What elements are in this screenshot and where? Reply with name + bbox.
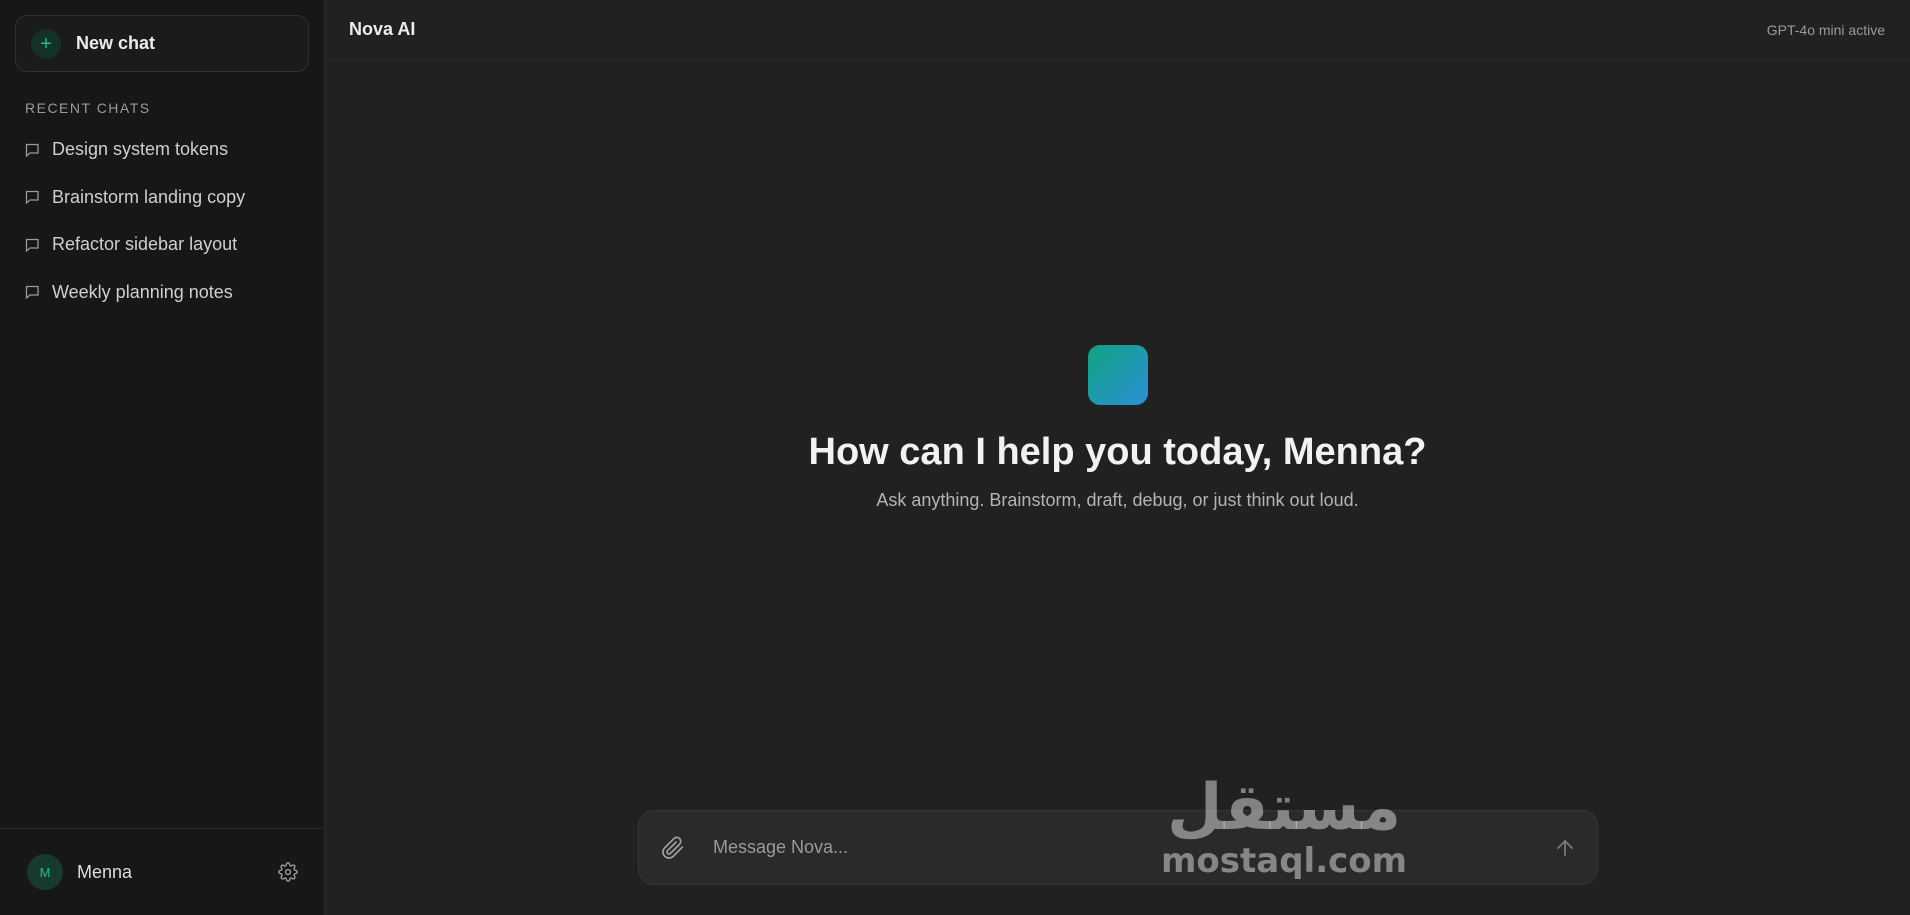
chat-item-label: Refactor sidebar layout: [52, 234, 238, 255]
main-panel: Nova AI GPT-4o mini active How can I hel…: [325, 0, 1910, 915]
message-composer: [638, 810, 1598, 885]
sidebar: + New chat RECENT CHATS Design system to…: [0, 0, 325, 915]
chat-item-label: Design system tokens: [52, 139, 229, 160]
send-arrow-icon[interactable]: [1553, 836, 1577, 860]
message-input[interactable]: [713, 827, 1537, 868]
user-name[interactable]: Menna: [77, 862, 278, 883]
new-chat-button[interactable]: + New chat: [15, 15, 309, 72]
sidebar-footer: M Menna: [0, 828, 324, 915]
top-bar: Nova AI GPT-4o mini active: [325, 0, 1910, 60]
chat-item-weekly-planning-notes[interactable]: Weekly planning notes: [0, 269, 324, 317]
greeting-heading: How can I help you today, Menna?: [808, 431, 1427, 473]
message-icon: [24, 284, 40, 300]
nova-logo-icon: [1087, 345, 1148, 405]
chat-item-refactor-sidebar-layout[interactable]: Refactor sidebar layout: [0, 221, 324, 269]
message-icon: [24, 142, 40, 158]
gear-icon[interactable]: [278, 862, 298, 882]
new-chat-label: New chat: [76, 33, 156, 53]
avatar[interactable]: M: [27, 854, 63, 890]
message-icon: [24, 189, 40, 205]
plus-icon: +: [31, 28, 61, 59]
chat-item-brainstorm-landing-copy[interactable]: Brainstorm landing copy: [0, 174, 324, 222]
recent-chats-list: Design system tokens Brainstorm landing …: [0, 126, 324, 316]
chat-item-design-system-tokens[interactable]: Design system tokens: [0, 126, 324, 174]
chat-item-label: Weekly planning notes: [52, 281, 233, 302]
greeting-subtitle: Ask anything. Brainstorm, draft, debug, …: [876, 490, 1359, 510]
welcome-hero: How can I help you today, Menna? Ask any…: [325, 345, 1910, 511]
paperclip-icon[interactable]: [661, 836, 685, 860]
chat-item-label: Brainstorm landing copy: [52, 186, 246, 207]
message-icon: [24, 237, 40, 253]
model-status: GPT-4o mini active: [1766, 21, 1885, 38]
app-window: + New chat RECENT CHATS Design system to…: [0, 0, 1910, 915]
app-title: Nova AI: [349, 19, 416, 39]
recent-chats-heading: RECENT CHATS: [25, 100, 151, 116]
